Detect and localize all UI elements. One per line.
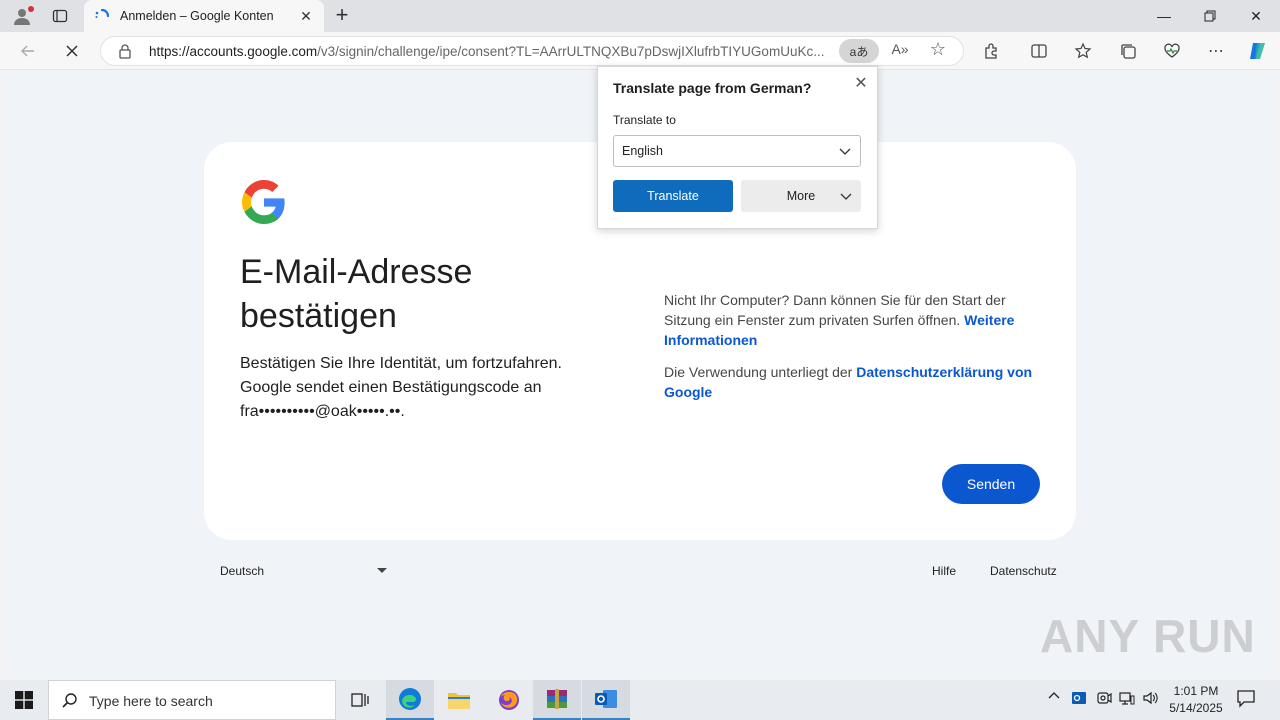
notification-center-button[interactable] [1236, 688, 1260, 712]
split-screen-icon [1031, 44, 1047, 58]
tab-actions-button[interactable] [46, 4, 74, 28]
language-selector[interactable]: Deutsch [220, 564, 264, 578]
url-path: /v3/signin/challenge/ipe/consent?TL=AArr… [317, 44, 825, 59]
tab-actions-icon [52, 9, 68, 23]
private-browsing-note: Nicht Ihr Computer? Dann können Sie für … [664, 290, 1054, 350]
favorites-icon [1074, 42, 1092, 59]
network-icon [1119, 692, 1135, 705]
edge-icon [399, 688, 421, 710]
search-placeholder: Type here to search [89, 693, 213, 709]
page-title: E-Mail-Adresse bestätigen [240, 253, 473, 335]
anyrun-watermark: ANY RUN [1040, 610, 1256, 662]
privacy-text: Die Verwendung unterliegt der [664, 364, 853, 380]
navigation-bar: https://accounts.google.com/v3/signin/ch… [0, 32, 1280, 70]
camera-icon [1097, 692, 1112, 704]
info-section: Nicht Ihr Computer? Dann können Sie für … [664, 290, 1054, 414]
taskbar-firefox[interactable] [485, 680, 533, 720]
stop-icon [66, 45, 78, 57]
url-host: https://accounts.google.com [149, 44, 318, 59]
clock-time: 1:01 PM [1173, 684, 1219, 698]
tray-network[interactable] [1119, 690, 1135, 709]
lock-icon[interactable] [117, 43, 133, 59]
clock-date: 5/14/2025 [1169, 701, 1223, 715]
collections-icon [1121, 44, 1136, 59]
translate-button[interactable]: Translate [613, 180, 733, 212]
close-icon[interactable]: ✕ [852, 73, 870, 92]
new-tab-button[interactable]: + [330, 4, 354, 28]
tab-title: Anmelden – Google Konten [120, 9, 274, 23]
task-view-icon [351, 693, 369, 707]
restore-button[interactable] [1187, 0, 1233, 32]
copilot-button[interactable] [1244, 37, 1272, 65]
read-aloud-icon[interactable]: A» [889, 41, 911, 63]
stop-loading-button[interactable] [58, 37, 86, 65]
address-bar[interactable]: https://accounts.google.com/v3/signin/ch… [100, 36, 964, 66]
back-button[interactable] [14, 37, 42, 65]
folder-icon [448, 693, 470, 709]
chevron-down-icon [840, 193, 852, 200]
taskbar-search[interactable]: Type here to search [48, 680, 336, 720]
back-arrow-icon [21, 45, 34, 57]
send-button[interactable]: Senden [942, 464, 1040, 504]
title-bar: Anmelden – Google Konten ✕ + — ✕ [0, 0, 1280, 32]
favorite-star-icon[interactable]: ☆ [927, 39, 949, 61]
close-window-button[interactable]: ✕ [1233, 0, 1279, 32]
private-browsing-text: Nicht Ihr Computer? Dann können Sie für … [664, 292, 1006, 328]
google-logo-icon [242, 180, 285, 224]
profile-button[interactable] [8, 4, 36, 28]
system-clock[interactable]: 1:01 PM 5/14/2025 [1160, 683, 1232, 717]
loading-icon [95, 8, 110, 18]
translate-icon[interactable]: aあ [839, 39, 879, 63]
tray-outlook[interactable] [1071, 690, 1087, 709]
start-button[interactable] [0, 680, 48, 720]
taskbar-outlook[interactable] [582, 680, 630, 720]
taskbar: Type here to search 1:01 PM 5/14/2025 [0, 680, 1280, 720]
collections-button[interactable] [1114, 37, 1142, 65]
translate-to-label: Translate to [613, 113, 676, 127]
search-icon [62, 693, 77, 708]
heart-pulse-icon [1164, 43, 1180, 58]
translate-popup: Translate page from German? ✕ Translate … [597, 66, 878, 229]
tab-active[interactable]: Anmelden – Google Konten ✕ [84, 0, 324, 32]
privacy-link[interactable]: Datenschutz [990, 564, 1057, 578]
more-dots-icon: ⋯ [1208, 43, 1224, 60]
tab-close-icon[interactable]: ✕ [298, 8, 314, 25]
task-view-button[interactable] [336, 680, 384, 720]
taskbar-winrar[interactable] [533, 680, 581, 720]
favorites-button[interactable] [1069, 37, 1097, 65]
extensions-button[interactable] [977, 37, 1005, 65]
notification-icon [1237, 690, 1255, 708]
chevron-up-icon [1048, 692, 1060, 699]
tray-volume[interactable] [1142, 690, 1158, 709]
minimize-button[interactable]: — [1141, 0, 1187, 32]
outlook-tray-icon [1072, 692, 1086, 704]
chevron-down-icon [839, 148, 851, 155]
selected-language: English [622, 144, 663, 158]
taskbar-edge[interactable] [386, 680, 434, 720]
settings-more-button[interactable]: ⋯ [1202, 37, 1230, 65]
browser-essentials-button[interactable] [1158, 37, 1186, 65]
firefox-icon [499, 690, 519, 710]
taskbar-file-explorer[interactable] [435, 680, 483, 720]
language-select[interactable]: English [613, 135, 861, 167]
description-text: Bestätigen Sie Ihre Identität, um fortzu… [240, 355, 562, 420]
puzzle-icon [985, 43, 997, 59]
split-screen-button[interactable] [1025, 37, 1053, 65]
help-link[interactable]: Hilfe [932, 564, 956, 578]
copilot-icon [1250, 43, 1265, 59]
translate-popup-title: Translate page from German? [613, 80, 812, 96]
winrar-icon [547, 689, 567, 709]
more-button[interactable]: More [741, 180, 861, 212]
outlook-icon [595, 690, 617, 708]
tray-meet-now[interactable] [1096, 690, 1112, 709]
restore-icon [1204, 10, 1216, 22]
speaker-icon [1143, 691, 1158, 705]
show-hidden-icons-button[interactable] [1048, 690, 1060, 705]
language-dropdown-caret-icon[interactable] [377, 568, 387, 573]
notification-dot [28, 6, 34, 12]
url-text[interactable]: https://accounts.google.com/v3/signin/ch… [149, 44, 839, 59]
windows-logo-icon [15, 691, 33, 709]
privacy-note: Die Verwendung unterliegt der Datenschut… [664, 362, 1054, 402]
more-button-label: More [786, 189, 816, 203]
